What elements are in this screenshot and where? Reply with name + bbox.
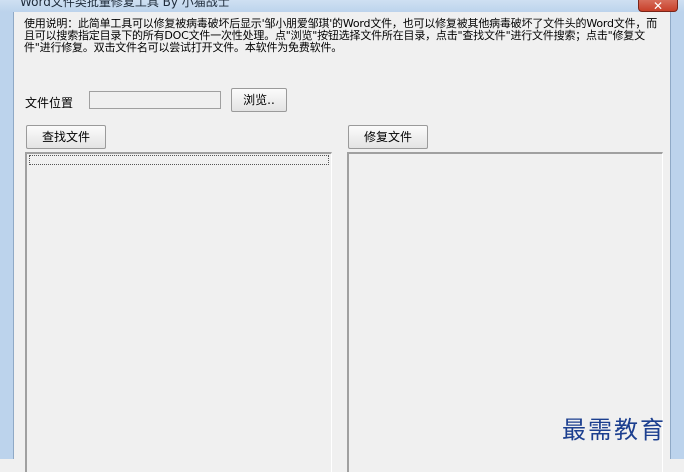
window-title: Word文件类批量修复工具 By 小猫战士	[20, 0, 230, 9]
repair-files-button[interactable]: 修复文件	[348, 125, 428, 149]
window-frame-left	[0, 12, 14, 459]
found-files-list[interactable]	[25, 152, 332, 472]
window-frame-right	[670, 12, 684, 459]
browse-button[interactable]: 浏览..	[231, 88, 287, 112]
file-location-label: 文件位置	[25, 96, 74, 110]
file-location-input[interactable]	[89, 91, 221, 109]
client-area: 使用说明：此简单工具可以修复被病毒破坏后显示'邹小朋爱邹琪'的Word文件，也可…	[14, 12, 670, 472]
close-icon: ✕	[652, 0, 664, 12]
list-focus-row[interactable]	[29, 155, 329, 165]
close-button[interactable]: ✕	[638, 0, 678, 12]
watermark-text: 最需教育	[562, 416, 666, 444]
find-files-button[interactable]: 查找文件	[26, 125, 106, 149]
title-bar: Word文件类批量修复工具 By 小猫战士 ✕	[0, 0, 684, 12]
instructions-text: 使用说明：此简单工具可以修复被病毒破坏后显示'邹小朋爱邹琪'的Word文件，也可…	[24, 17, 657, 54]
